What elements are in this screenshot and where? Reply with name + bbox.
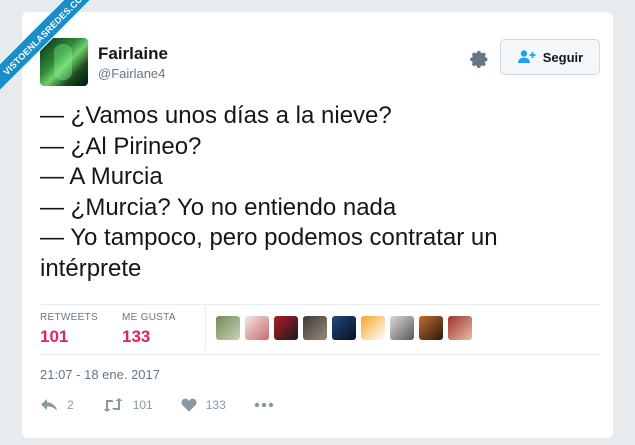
retweets-count[interactable]: 101 [40,327,68,347]
tweet-line: — ¿Murcia? Yo no entiendo nada [40,193,397,221]
reply-count: 2 [67,398,74,412]
liker-avatar[interactable] [419,316,443,340]
tweet-line: intérprete [40,254,142,282]
tweet-line: — ¿Vamos unos días a la nieve? [40,102,392,129]
user-name[interactable]: Fairlaine [98,44,168,64]
user-handle[interactable]: @Fairlane4 [98,66,165,81]
divider [40,304,600,305]
retweets-label: RETWEETS [40,312,98,323]
follow-button[interactable]: Seguir [500,39,600,75]
liker-avatar[interactable] [245,316,269,340]
tweet-line: — A Murcia [40,163,163,190]
like-button[interactable]: 133 [181,398,226,412]
tweet-line: — ¿Al Pirineo? [40,132,202,160]
retweet-count: 101 [132,398,153,412]
action-bar: 2 101 133 [40,398,302,412]
liker-avatar[interactable] [216,316,240,340]
divider [205,307,206,349]
follow-label: Seguir [542,49,584,65]
heart-icon [181,398,197,412]
likes-count[interactable]: 133 [122,327,150,347]
liker-avatar[interactable] [303,316,327,340]
tweet-text: — ¿Vamos unos días a la nieve? — ¿Al Pir… [40,101,580,284]
divider [40,354,600,355]
likes-label: ME GUSTA [122,312,176,323]
gear-icon[interactable] [468,48,490,70]
liker-avatar[interactable] [332,316,356,340]
tweet-timestamp[interactable]: 21:07 - 18 ene. 2017 [40,367,160,382]
add-user-icon [517,50,536,63]
liker-avatar[interactable] [274,316,298,340]
more-icon [254,402,273,408]
retweet-icon [103,398,123,412]
liker-avatar[interactable] [390,316,414,340]
liker-avatar[interactable] [361,316,385,340]
liker-avatar[interactable] [448,316,472,340]
reply-button[interactable]: 2 [40,398,74,412]
tweet-line: — Yo tampoco, pero podemos contratar un [40,224,498,251]
liker-avatars [216,316,472,340]
retweet-button[interactable]: 101 [102,398,153,412]
more-button[interactable] [254,402,274,408]
like-count: 133 [205,398,226,412]
reply-icon [41,399,57,411]
